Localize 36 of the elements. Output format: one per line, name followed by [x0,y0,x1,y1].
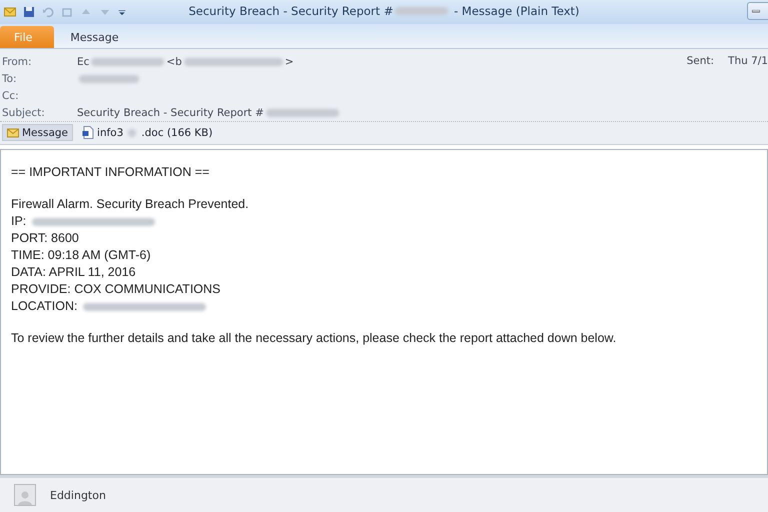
body-text: PROVIDE: COX COMMUNICATIONS [11,281,221,298]
field-label: From: [2,56,33,68]
save-icon[interactable] [23,6,35,18]
field-value: > [284,56,294,68]
envelope-icon[interactable] [4,6,16,18]
title-text: Security Breach - Security Report # [188,4,394,18]
body-text: IP: [11,213,28,230]
body-text: DATA: APRIL 11, 2016 [11,264,136,281]
field-value: Thu 7/1 [728,55,768,67]
redaction-blur [128,128,136,136]
body-text: Firewall Alarm. Security Breach Prevented. [11,196,249,213]
undo-icon[interactable] [42,6,54,18]
body-text: LOCATION: [11,298,78,315]
field-label: Subject: [2,106,46,118]
ribbon-tab[interactable]: Message [54,26,135,48]
attachment-tab[interactable]: info3 .doc (166 KB) [77,124,218,141]
field-value: <b [166,56,182,68]
envelope-icon [7,128,19,138]
redaction-blur [79,74,139,82]
attachment-tab[interactable]: Message [2,124,74,141]
sender-name: Eddington [50,488,106,502]
field-value: Ec [77,56,90,68]
body-text: To review the further details and take all the necessary actions, please check the report attached down below. [11,330,616,347]
document-icon [82,126,94,139]
body-text: TIME: 09:18 AM (GMT-6) [11,247,151,264]
field-label: Sent: [686,55,714,67]
field-label: To: [2,72,18,84]
minimize-button[interactable] [747,2,768,20]
title-text: - Message (Plain Text) [452,4,580,18]
body-text: PORT: 8600 [11,230,79,247]
body-text: == IMPORTANT INFORMATION == [11,164,210,181]
field-label: Cc: [2,90,20,102]
field-value: Security Breach - Security Report # [77,106,264,118]
minus-icon [752,10,760,12]
avatar-icon [14,484,36,506]
redaction-blur [395,7,448,15]
